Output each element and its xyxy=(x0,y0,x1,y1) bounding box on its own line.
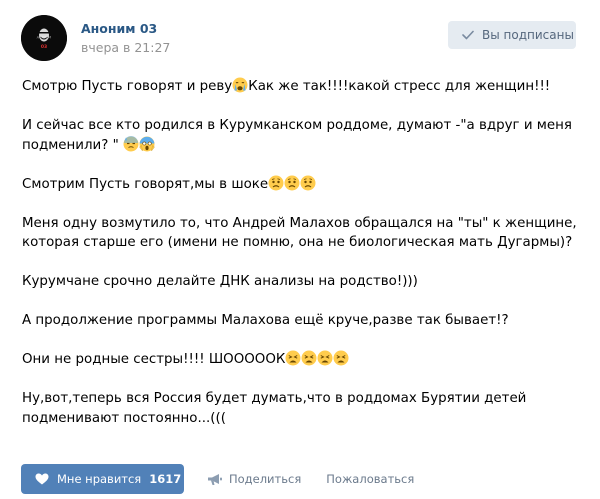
post-text-segment: И сейчас все кто родился в Курумканском … xyxy=(22,118,572,153)
post-text-segment: А продолжение программы Малахова ещё кру… xyxy=(22,313,509,328)
post-paragraph: Курумчане срочно делайте ДНК анализы на … xyxy=(22,272,582,292)
post-paragraph: Меня одну возмутило то, что Андрей Малах… xyxy=(22,214,582,253)
post-paragraph: Смотрим Пусть говорят,мы в шоке xyxy=(22,175,582,195)
post-paragraph: И сейчас все кто родился в Курумканском … xyxy=(22,116,582,155)
post-text-segment: Смотрим Пусть говорят,мы в шоке xyxy=(22,176,269,192)
post-paragraph: Ну,вот,теперь вся Россия будет думать,чт… xyxy=(22,389,582,428)
post-actions: Мне нравится 1617 Поделиться Пожаловатьс… xyxy=(21,464,414,494)
post-paragraph: Смотрю Пусть говорят и реву Как же так!!!… xyxy=(22,77,582,97)
post-paragraph: А продолжение программы Малахова ещё кру… xyxy=(22,311,582,331)
post-text-segment: Ну,вот,теперь вся Россия будет думать,чт… xyxy=(22,391,527,426)
sweat-face-emoji-icon xyxy=(123,135,139,151)
frowning-face-emoji-icon xyxy=(284,175,300,190)
report-label: Пожаловаться xyxy=(326,472,415,486)
author-avatar[interactable]: ANONIM 03 xyxy=(21,15,67,61)
share-label: Поделиться xyxy=(229,472,302,486)
post-text-segment: Как же так!!!!какой стресс для женщин!!! xyxy=(248,79,551,94)
check-icon xyxy=(462,30,474,40)
post-card: ANONIM 03 Аноним 03 вчера в 21:27 Вы под… xyxy=(0,0,600,499)
heart-icon xyxy=(35,473,49,485)
author-name-link[interactable]: Аноним 03 xyxy=(81,21,157,36)
like-button[interactable]: Мне нравится 1617 xyxy=(21,464,184,494)
post-text-segment: Смотрю Пусть говорят и реву xyxy=(22,79,233,94)
subscribed-button[interactable]: Вы подписаны xyxy=(448,21,576,49)
share-button[interactable]: Поделиться xyxy=(207,464,301,494)
post-date-link[interactable]: вчера в 21:27 xyxy=(81,40,170,55)
megaphone-icon xyxy=(208,473,222,485)
weary-face-emoji-icon xyxy=(285,350,301,366)
frowning-face-emoji-icon xyxy=(268,175,284,190)
post-paragraph: Они не родные сестры!!!! ШОООООК xyxy=(22,350,582,370)
screaming-face-emoji-icon xyxy=(139,136,155,151)
post-text: Смотрю Пусть говорят и реву Как же так!!!… xyxy=(22,77,582,428)
avatar-number: 03 xyxy=(41,44,47,50)
crying-face-emoji-icon xyxy=(232,77,248,93)
frowning-face-emoji-icon xyxy=(300,175,316,190)
avatar-text: ANONIM xyxy=(37,36,52,40)
post-text-segment: Они не родные сестры!!!! ШОООООК xyxy=(22,352,286,367)
post-text-segment: Меня одну возмутило то, что Андрей Малах… xyxy=(22,215,577,251)
anonymous-mask-icon: ANONIM 03 xyxy=(21,15,67,61)
weary-face-emoji-icon xyxy=(301,350,317,366)
report-button[interactable]: Пожаловаться xyxy=(326,464,414,494)
post-text-segment: Курумчане срочно делайте ДНК анализы на … xyxy=(22,274,418,289)
weary-face-emoji-icon xyxy=(317,350,333,366)
weary-face-emoji-icon xyxy=(333,350,349,366)
like-count: 1617 xyxy=(149,472,182,486)
like-label: Мне нравится xyxy=(57,472,142,486)
subscribed-button-label: Вы подписаны xyxy=(482,28,574,42)
